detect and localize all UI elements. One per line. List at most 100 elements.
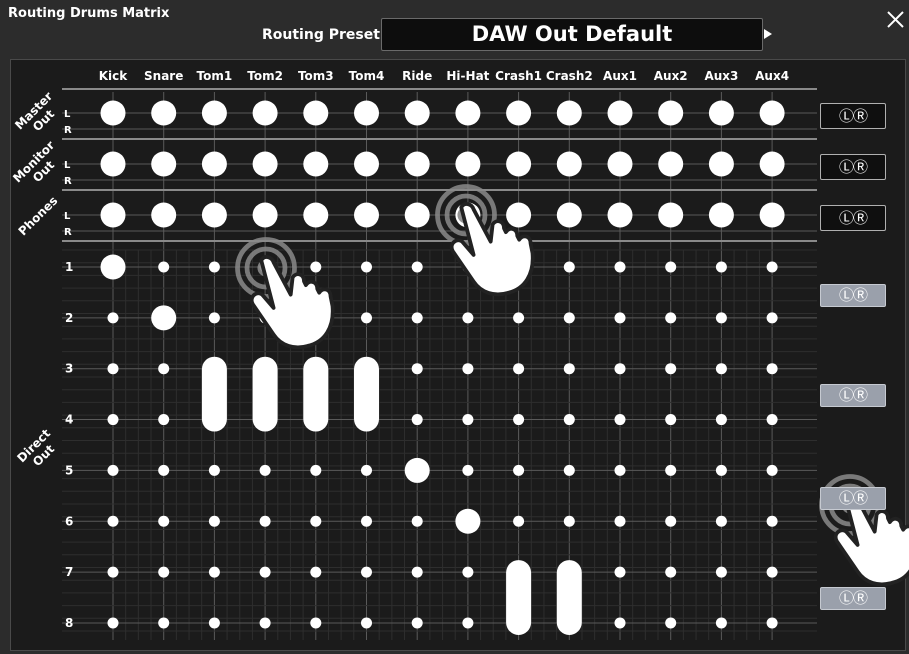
route-node-off[interactable]: [107, 617, 119, 629]
route-node-off[interactable]: [310, 464, 322, 476]
route-node-off[interactable]: [614, 312, 626, 324]
route-node-off[interactable]: [158, 617, 170, 629]
route-node-on[interactable]: [252, 151, 278, 177]
route-node-off[interactable]: [158, 515, 170, 527]
route-node-off[interactable]: [462, 566, 474, 578]
route-node-on[interactable]: [658, 151, 684, 177]
route-node-on[interactable]: [759, 202, 785, 228]
route-node-on[interactable]: [607, 202, 633, 228]
route-node-off[interactable]: [107, 312, 119, 324]
route-node-off[interactable]: [158, 261, 170, 273]
route-node-off[interactable]: [614, 566, 626, 578]
route-node-on[interactable]: [759, 100, 785, 126]
route-node-off[interactable]: [563, 414, 575, 426]
route-node-off[interactable]: [563, 261, 575, 273]
route-node-off[interactable]: [614, 363, 626, 375]
route-node-off[interactable]: [614, 515, 626, 527]
route-node-off[interactable]: [563, 515, 575, 527]
route-node-off[interactable]: [462, 312, 474, 324]
route-node-on[interactable]: [556, 151, 582, 177]
route-node-off[interactable]: [563, 363, 575, 375]
route-node-stereo-pair[interactable]: [252, 356, 278, 432]
route-node-on[interactable]: [708, 202, 734, 228]
route-node-off[interactable]: [361, 312, 372, 324]
route-node-on[interactable]: [506, 202, 532, 228]
route-node-on[interactable]: [556, 100, 582, 126]
route-node-on[interactable]: [252, 202, 278, 228]
route-node-off[interactable]: [208, 464, 220, 476]
route-node-off[interactable]: [361, 566, 372, 578]
route-node-off[interactable]: [107, 515, 119, 527]
route-node-off[interactable]: [665, 617, 677, 629]
route-node-off[interactable]: [513, 515, 525, 527]
route-node-off[interactable]: [513, 464, 525, 476]
lr-pair-toggle-button[interactable]: ⓁⓇ: [820, 384, 886, 407]
route-node-on[interactable]: [404, 100, 430, 126]
route-node-on[interactable]: [252, 100, 278, 126]
route-node-off[interactable]: [715, 566, 727, 578]
route-node-on[interactable]: [506, 151, 532, 177]
route-node-off[interactable]: [513, 414, 525, 426]
route-node-on[interactable]: [607, 100, 633, 126]
route-node-off[interactable]: [158, 464, 170, 476]
route-node-off[interactable]: [208, 312, 220, 324]
route-node-on[interactable]: [151, 305, 177, 331]
route-node-on[interactable]: [100, 202, 126, 228]
route-node-on[interactable]: [151, 100, 177, 126]
route-node-off[interactable]: [208, 617, 220, 629]
route-node-off[interactable]: [411, 515, 423, 527]
route-node-off[interactable]: [614, 617, 626, 629]
route-node-on[interactable]: [404, 151, 430, 177]
route-node-off[interactable]: [715, 515, 727, 527]
route-node-on[interactable]: [201, 100, 227, 126]
route-node-off[interactable]: [107, 363, 119, 375]
route-node-off[interactable]: [766, 363, 778, 375]
route-node-off[interactable]: [411, 312, 423, 324]
route-node-off[interactable]: [513, 312, 525, 324]
route-node-off[interactable]: [614, 261, 626, 273]
route-node-off[interactable]: [208, 261, 220, 273]
route-node-on[interactable]: [455, 100, 481, 126]
route-node-off[interactable]: [665, 566, 677, 578]
route-node-on[interactable]: [100, 254, 126, 280]
route-node-stereo-pair[interactable]: [506, 560, 532, 635]
route-node-on[interactable]: [354, 100, 379, 126]
route-node-off[interactable]: [310, 515, 322, 527]
route-node-off[interactable]: [715, 617, 727, 629]
route-node-off[interactable]: [665, 414, 677, 426]
route-node-on[interactable]: [354, 202, 379, 228]
route-node-on[interactable]: [658, 202, 684, 228]
lr-pair-toggle-button[interactable]: ⓁⓇ: [820, 487, 886, 510]
route-node-off[interactable]: [107, 414, 119, 426]
route-node-off[interactable]: [665, 312, 677, 324]
route-node-on[interactable]: [100, 151, 126, 177]
route-node-off[interactable]: [614, 464, 626, 476]
route-node-off[interactable]: [310, 566, 322, 578]
route-node-off[interactable]: [259, 515, 271, 527]
route-node-on[interactable]: [354, 151, 379, 177]
route-node-off[interactable]: [208, 566, 220, 578]
route-node-on[interactable]: [708, 100, 734, 126]
route-node-off[interactable]: [665, 515, 677, 527]
route-node-off[interactable]: [715, 464, 727, 476]
route-node-on[interactable]: [556, 202, 582, 228]
route-node-off[interactable]: [361, 515, 372, 527]
route-node-stereo-pair[interactable]: [303, 356, 329, 432]
route-node-stereo-pair[interactable]: [556, 560, 582, 635]
route-node-off[interactable]: [158, 414, 170, 426]
route-node-on[interactable]: [151, 151, 177, 177]
lr-pair-toggle-button[interactable]: ⓁⓇ: [820, 103, 886, 129]
route-node-off[interactable]: [766, 261, 778, 273]
route-node-off[interactable]: [462, 414, 474, 426]
route-node-off[interactable]: [462, 617, 474, 629]
route-node-off[interactable]: [715, 414, 727, 426]
route-node-on[interactable]: [404, 202, 430, 228]
route-node-off[interactable]: [513, 363, 525, 375]
route-node-off[interactable]: [766, 312, 778, 324]
lr-pair-toggle-button[interactable]: ⓁⓇ: [820, 205, 886, 231]
route-node-off[interactable]: [310, 617, 322, 629]
route-node-off[interactable]: [411, 617, 423, 629]
route-node-on[interactable]: [658, 100, 684, 126]
route-node-on[interactable]: [201, 202, 227, 228]
route-node-off[interactable]: [665, 363, 677, 375]
